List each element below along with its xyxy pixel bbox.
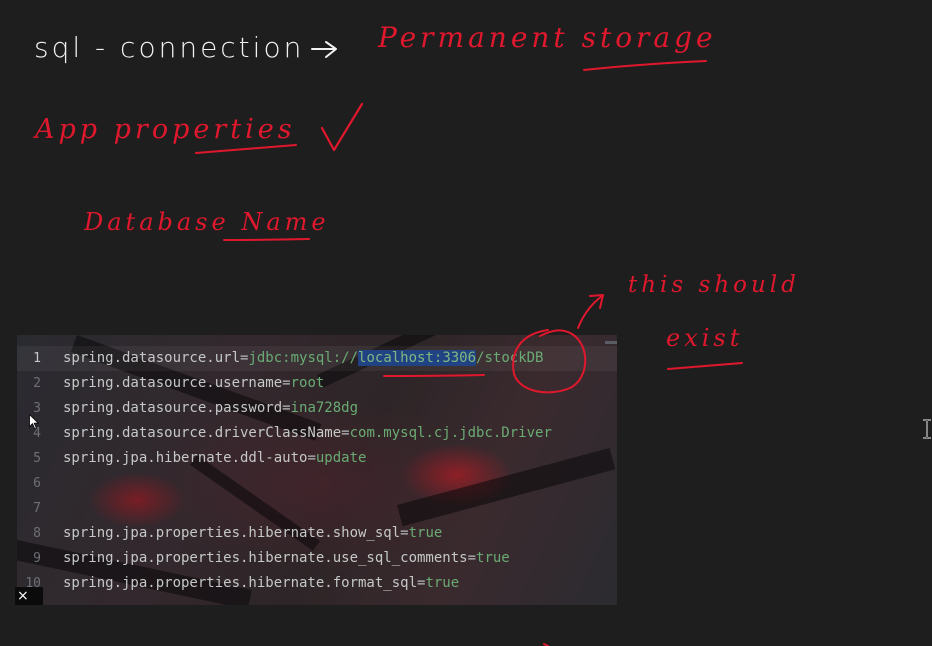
property-key: spring.datasource.password xyxy=(63,400,283,416)
code-text: spring.datasource.driverClassName=com.my… xyxy=(63,421,552,446)
note-permanent-storage: Permanent storage xyxy=(378,21,717,54)
property-key: spring.jpa.properties.hibernate.use_sql_… xyxy=(63,550,468,566)
code-text: spring.jpa.properties.hibernate.use_sql_… xyxy=(63,546,510,571)
line-number: 7 xyxy=(33,501,41,516)
property-key: spring.datasource.username xyxy=(63,375,283,391)
code-line[interactable]: 2 spring.datasource.username=root xyxy=(17,371,617,396)
code-line[interactable]: 8 spring.jpa.properties.hibernate.show_sq… xyxy=(17,521,617,546)
arrow-right-stroke xyxy=(311,41,337,58)
equals-sign: = xyxy=(341,425,350,441)
code-text: spring.jpa.hibernate.ddl-auto=update xyxy=(63,446,366,471)
code-line[interactable]: 10 spring.jpa.properties.hibernate.format… xyxy=(17,571,617,596)
code-line[interactable]: 7 xyxy=(17,496,617,521)
property-key: spring.datasource.url xyxy=(63,350,241,366)
equals-sign: = xyxy=(400,525,409,541)
property-value-suffix: /stockDB xyxy=(476,350,544,366)
whiteboard-canvas[interactable]: sql - connection Permanent storage App p… xyxy=(0,0,932,646)
code-editor-snippet: 1 spring.datasource.url=jdbc:mysql://loca… xyxy=(17,335,617,605)
property-key: spring.jpa.properties.hibernate.format_s… xyxy=(63,575,418,591)
note-database-name: Database Name xyxy=(84,208,330,236)
code-text: spring.jpa.properties.hibernate.format_s… xyxy=(63,571,459,596)
close-icon: × xyxy=(17,588,29,604)
underline-properties xyxy=(195,144,297,154)
arrow-to-note xyxy=(577,294,604,329)
property-key: spring.jpa.properties.hibernate.show_sql xyxy=(63,525,401,541)
line-number: 8 xyxy=(33,526,41,541)
property-value-prefix: jdbc:mysql:// xyxy=(248,350,359,366)
text-cursor-icon xyxy=(923,419,931,439)
code-line[interactable]: 1 spring.datasource.url=jdbc:mysql://loca… xyxy=(17,346,617,371)
selected-text: localhost:3306 xyxy=(358,350,477,366)
line-number: 6 xyxy=(33,476,41,491)
property-value: true xyxy=(476,550,510,566)
code-text: spring.jpa.properties.hibernate.show_sql… xyxy=(63,521,442,546)
property-value: update xyxy=(315,450,367,466)
property-key: spring.datasource.driverClassName xyxy=(63,425,342,441)
code-text: spring.datasource.url=jdbc:mysql://local… xyxy=(63,346,543,371)
code-line[interactable]: 6 xyxy=(17,471,617,496)
code-line[interactable]: 9 spring.jpa.properties.hibernate.use_sql… xyxy=(17,546,617,571)
property-value: root xyxy=(290,375,325,391)
note-sql-connection: sql - connection xyxy=(34,31,305,64)
underline-exist xyxy=(667,362,743,370)
equals-sign: = xyxy=(307,450,316,466)
equals-sign: = xyxy=(282,400,291,416)
code-line[interactable]: 5 spring.jpa.hibernate.ddl-auto=update xyxy=(17,446,617,471)
note-exist: exist xyxy=(666,324,744,352)
property-value: com.mysql.cj.jdbc.Driver xyxy=(349,425,552,441)
scroll-marker xyxy=(605,341,617,344)
property-key: spring.jpa.hibernate.ddl-auto xyxy=(63,450,308,466)
equals-sign: = xyxy=(467,550,477,566)
code-text: spring.datasource.username=root xyxy=(63,371,324,396)
close-snippet-button[interactable]: × xyxy=(15,587,43,605)
mouse-pointer-icon xyxy=(29,414,39,430)
code-text: spring.datasource.password=ina728dg xyxy=(63,396,358,421)
property-value: true xyxy=(425,575,460,591)
property-value: true xyxy=(408,525,443,541)
line-number: 9 xyxy=(33,551,41,566)
code-line[interactable]: 4 spring.datasource.driverClassName=com.m… xyxy=(17,421,617,446)
underline-storage xyxy=(583,60,707,71)
underline-name xyxy=(223,238,310,241)
property-value: ina728dg xyxy=(290,400,359,416)
note-app-properties: App properties xyxy=(35,114,296,145)
checkmark-stroke xyxy=(320,102,364,152)
line-number: 2 xyxy=(33,376,41,391)
equals-sign: = xyxy=(282,375,291,391)
line-number: 1 xyxy=(33,351,41,366)
code-line[interactable]: 3 spring.datasource.password=ina728dg xyxy=(17,396,617,421)
line-number: 5 xyxy=(33,451,41,466)
note-this-should: this should xyxy=(628,272,800,298)
